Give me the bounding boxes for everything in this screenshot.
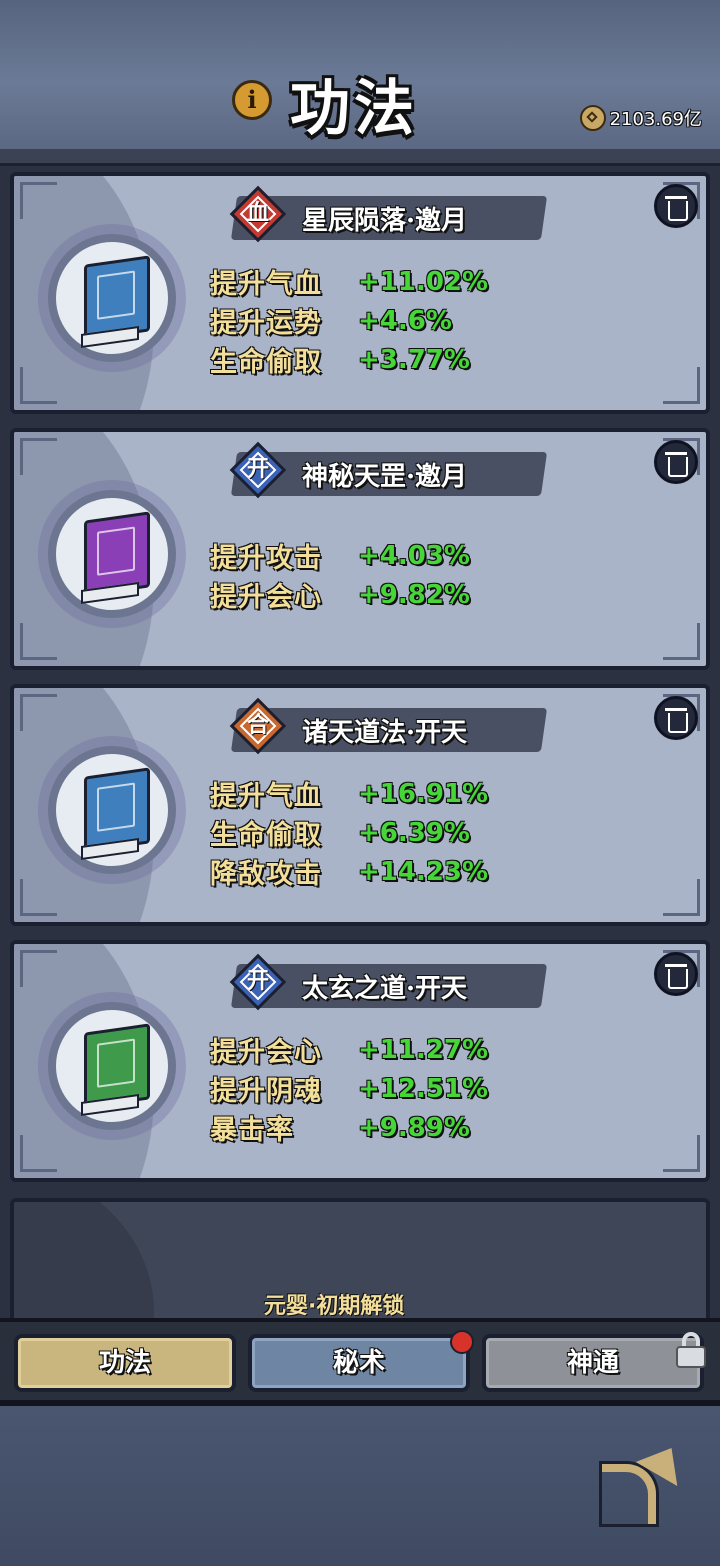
tab-shentong[interactable]: 神通 [482,1334,704,1392]
stat-label: 降敌攻击 [210,859,322,890]
corner-ornament [663,879,700,916]
stat-row: 提升会心 +11.27% [210,1030,488,1069]
trash-icon [665,708,687,711]
stat-value: +6.39% [358,817,470,848]
book-icon [84,1023,150,1109]
stat-label: 提升攻击 [210,543,322,574]
delete-button[interactable] [654,696,698,740]
stat-value: +3.77% [358,344,470,375]
stat-value: +9.82% [358,579,470,610]
trash-icon [665,964,687,967]
corner-ornament [663,1135,700,1172]
skill-stats: 提升气血 +11.02% 提升运势 +4.6% 生命偷取 +3.77% [210,262,488,379]
stat-row: 暴击率 +9.89% [210,1108,488,1147]
corner-ornament [663,623,700,660]
skill-name: 神秘天罡·邀月 [302,462,468,492]
currency-amount: 2103.69亿 [609,109,702,130]
skill-book-frame [48,1002,176,1130]
stat-label: 生命偷取 [210,820,322,851]
stat-label: 提升阴魂 [210,1076,322,1107]
rarity-badge-char: 合 [246,713,269,738]
stat-label: 提升会心 [210,1037,322,1068]
delete-button[interactable] [654,184,698,228]
stat-row: 提升阴魂 +12.51% [210,1069,488,1108]
stat-label: 提升气血 [210,781,322,812]
skill-name: 诸天道法·开天 [302,718,468,748]
skill-stats: 提升会心 +11.27% 提升阴魂 +12.51% 暴击率 +9.89% [210,1030,488,1147]
skill-card[interactable]: 合 诸天道法·开天 提升气血 +16.91% 生命偷取 +6.39% 降敌攻击 … [10,684,710,926]
stat-row: 提升气血 +11.02% [210,262,488,301]
corner-ornament [20,623,57,660]
stat-row: 提升攻击 +4.03% [210,536,470,575]
rarity-badge-char: 开 [246,969,269,994]
tab-bar: 功法 秘术 神通 [0,1318,720,1404]
corner-ornament [20,950,57,987]
stat-label: 提升气血 [210,269,322,300]
tab-gongfa[interactable]: 功法 [14,1334,236,1392]
corner-ornament [20,438,57,475]
info-icon[interactable]: i [232,80,272,120]
tab-mishu[interactable]: 秘术 [248,1334,470,1392]
corner-ornament [20,879,57,916]
skill-list: 血 星辰陨落·邀月 提升气血 +11.02% 提升运势 +4.6% 生命偷取 +… [10,172,710,1196]
footer-bar [0,1400,720,1566]
rarity-badge-char: 开 [246,457,269,482]
locked-skill-slot: 元婴·初期解锁 [10,1198,710,1338]
stat-value: +4.6% [358,305,452,336]
stat-value: +9.89% [358,1112,470,1143]
skill-card[interactable]: 血 星辰陨落·邀月 提升气血 +11.02% 提升运势 +4.6% 生命偷取 +… [10,172,710,414]
delete-button[interactable] [654,952,698,996]
stat-value: +11.02% [358,266,489,297]
lock-icon [676,1332,706,1370]
coin-icon [579,105,606,131]
stat-value: +14.23% [358,856,489,887]
stat-value: +11.27% [358,1034,489,1065]
back-button[interactable] [598,1436,693,1536]
rarity-badge-char: 血 [246,201,269,226]
stat-value: +12.51% [358,1073,489,1104]
book-icon [84,255,150,341]
corner-ornament [20,1135,57,1172]
trash-icon [665,196,687,199]
unlock-requirement-text: 元婴·初期解锁 [264,1294,405,1319]
stat-row: 提升会心 +9.82% [210,575,470,614]
skill-name: 太玄之道·开天 [302,974,468,1004]
stat-row: 降敌攻击 +14.23% [210,852,488,891]
stat-value: +4.03% [358,540,470,571]
skill-stats: 提升气血 +16.91% 生命偷取 +6.39% 降敌攻击 +14.23% [210,774,488,891]
skill-card[interactable]: 开 神秘天罡·邀月 提升攻击 +4.03% 提升会心 +9.82% [10,428,710,670]
skill-book-frame [48,746,176,874]
skill-book-frame [48,234,176,362]
page-title: 功法 [290,74,418,144]
corner-ornament [663,367,700,404]
back-arrow-icon [602,1464,656,1524]
corner-ornament [20,694,57,731]
stat-label: 提升会心 [210,582,322,613]
stat-row: 提升气血 +16.91% [210,774,488,813]
corner-ornament [20,367,57,404]
book-icon [84,767,150,853]
currency-display: 2103.69亿 [579,104,702,132]
stat-row: 生命偷取 +6.39% [210,813,488,852]
stat-label: 提升运势 [210,308,322,339]
skill-book-frame [48,490,176,618]
stat-label: 暴击率 [210,1115,294,1146]
stat-value: +16.91% [358,778,489,809]
delete-button[interactable] [654,440,698,484]
header-bar: i 功法 2103.69亿 [0,0,720,166]
book-icon [84,511,150,597]
corner-ornament [20,182,57,219]
stat-label: 生命偷取 [210,347,322,378]
trash-icon [665,452,687,455]
skill-stats: 提升攻击 +4.03% 提升会心 +9.82% [210,536,470,614]
stat-row: 生命偷取 +3.77% [210,340,488,379]
stat-row: 提升运势 +4.6% [210,301,488,340]
skill-name: 星辰陨落·邀月 [302,206,468,236]
notification-dot-icon [450,1330,474,1354]
skill-card[interactable]: 开 太玄之道·开天 提升会心 +11.27% 提升阴魂 +12.51% 暴击率 … [10,940,710,1182]
